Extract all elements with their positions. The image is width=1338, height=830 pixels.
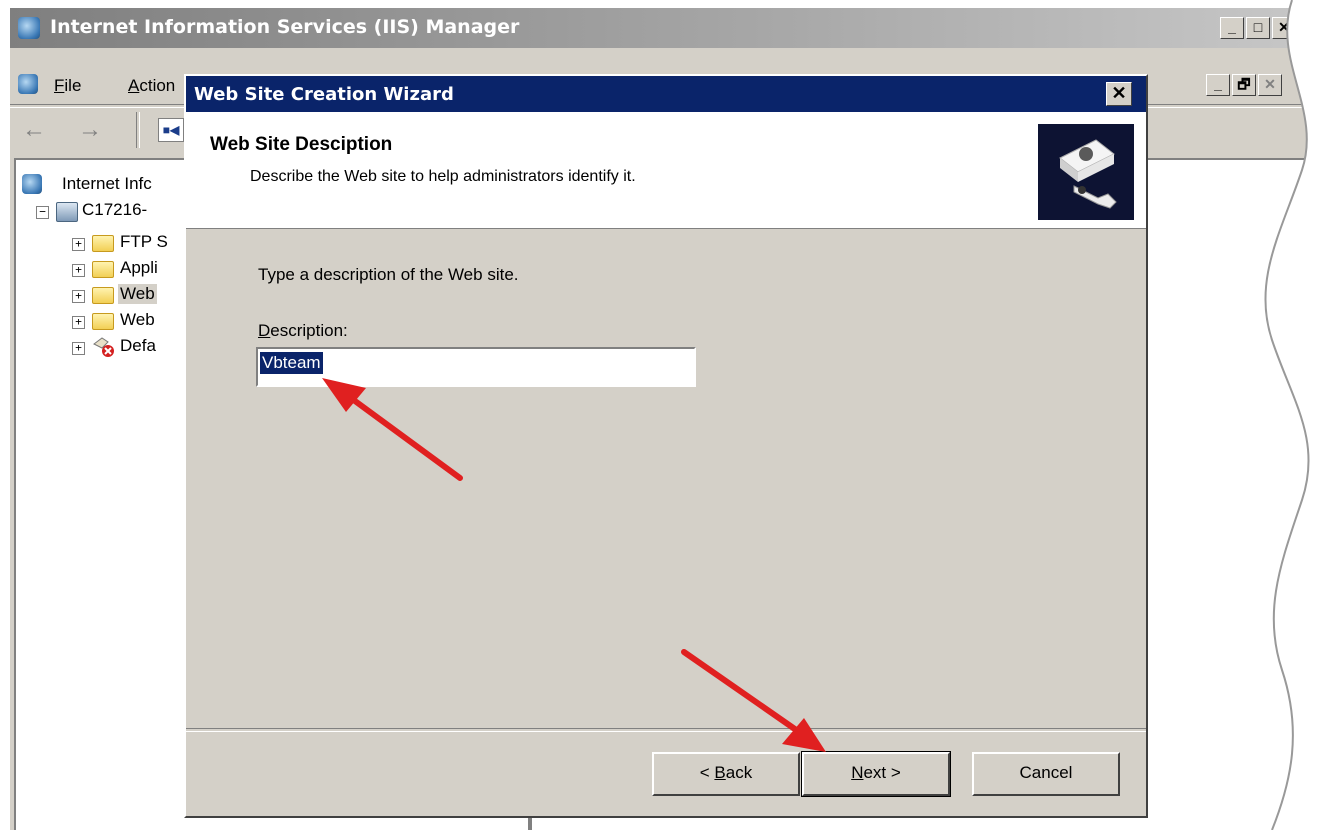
show-hide-tree-icon[interactable]: ■◀ — [158, 118, 184, 142]
folder-icon — [92, 287, 114, 304]
dialog-close-button[interactable]: ✕ — [1106, 82, 1132, 106]
back-arrow-icon[interactable]: ← — [22, 116, 46, 144]
description-label: Description: — [258, 321, 348, 341]
expand-icon[interactable]: + — [72, 290, 85, 303]
tree-item-label: Defa — [120, 336, 156, 355]
tree-item-label: FTP S — [120, 232, 168, 251]
wizard-heading: Web Site Desciption — [210, 134, 393, 155]
annotation-arrow-description — [322, 378, 463, 481]
tree-item-label: Appli — [120, 258, 158, 277]
tree-item-label: Web — [120, 310, 155, 329]
main-window-title: Internet Information Services (IIS) Mana… — [50, 16, 520, 38]
main-title-bar: Internet Information Services (IIS) Mana… — [10, 8, 1330, 48]
description-label-mnemonic: D — [258, 321, 271, 340]
wizard-graphic-icon — [1038, 124, 1134, 220]
wizard-header: Web Site Desciption Describe the Web sit… — [186, 112, 1146, 229]
dialog-title-bar: Web Site Creation Wizard ✕ — [186, 76, 1146, 112]
tree-item-label: Web — [118, 284, 157, 304]
menu-action-mnemonic: A — [128, 76, 140, 95]
menu-action-label: ction — [139, 76, 176, 95]
annotation-arrow-next — [681, 649, 826, 752]
tree-item-label: Internet Infc — [62, 174, 152, 193]
folder-icon — [92, 261, 114, 278]
torn-edge-decoration — [1264, 0, 1338, 830]
server-icon — [56, 202, 78, 222]
folder-icon — [92, 313, 114, 330]
console-icon — [18, 74, 38, 94]
toolbar-divider — [136, 112, 140, 148]
forward-arrow-icon[interactable]: → — [78, 116, 102, 144]
expand-icon[interactable]: + — [72, 342, 85, 355]
description-label-text: escription: — [270, 321, 348, 340]
iis-icon — [22, 174, 42, 194]
menu-file-mnemonic: F — [54, 76, 65, 95]
wizard-subheading: Describe the Web site to help administra… — [250, 168, 636, 185]
expand-icon[interactable]: + — [72, 316, 85, 329]
child-minimize-button[interactable]: _ — [1206, 74, 1230, 96]
menu-file-label: ile — [64, 76, 82, 95]
menu-file[interactable]: File — [54, 76, 81, 96]
menu-action[interactable]: Action — [128, 76, 175, 96]
wizard-footer-divider — [186, 728, 1146, 732]
web-site-stopped-icon — [92, 336, 116, 358]
expand-icon[interactable]: + — [72, 264, 85, 277]
iis-icon — [18, 17, 40, 39]
tree-item-label: C17216- — [82, 200, 148, 219]
folder-icon — [92, 235, 114, 252]
collapse-icon[interactable]: − — [36, 206, 49, 219]
cancel-button[interactable]: Cancel — [972, 752, 1120, 796]
instruction-text: Type a description of the Web site. — [258, 265, 519, 284]
expand-icon[interactable]: + — [72, 238, 85, 251]
dialog-title: Web Site Creation Wizard — [194, 84, 454, 105]
